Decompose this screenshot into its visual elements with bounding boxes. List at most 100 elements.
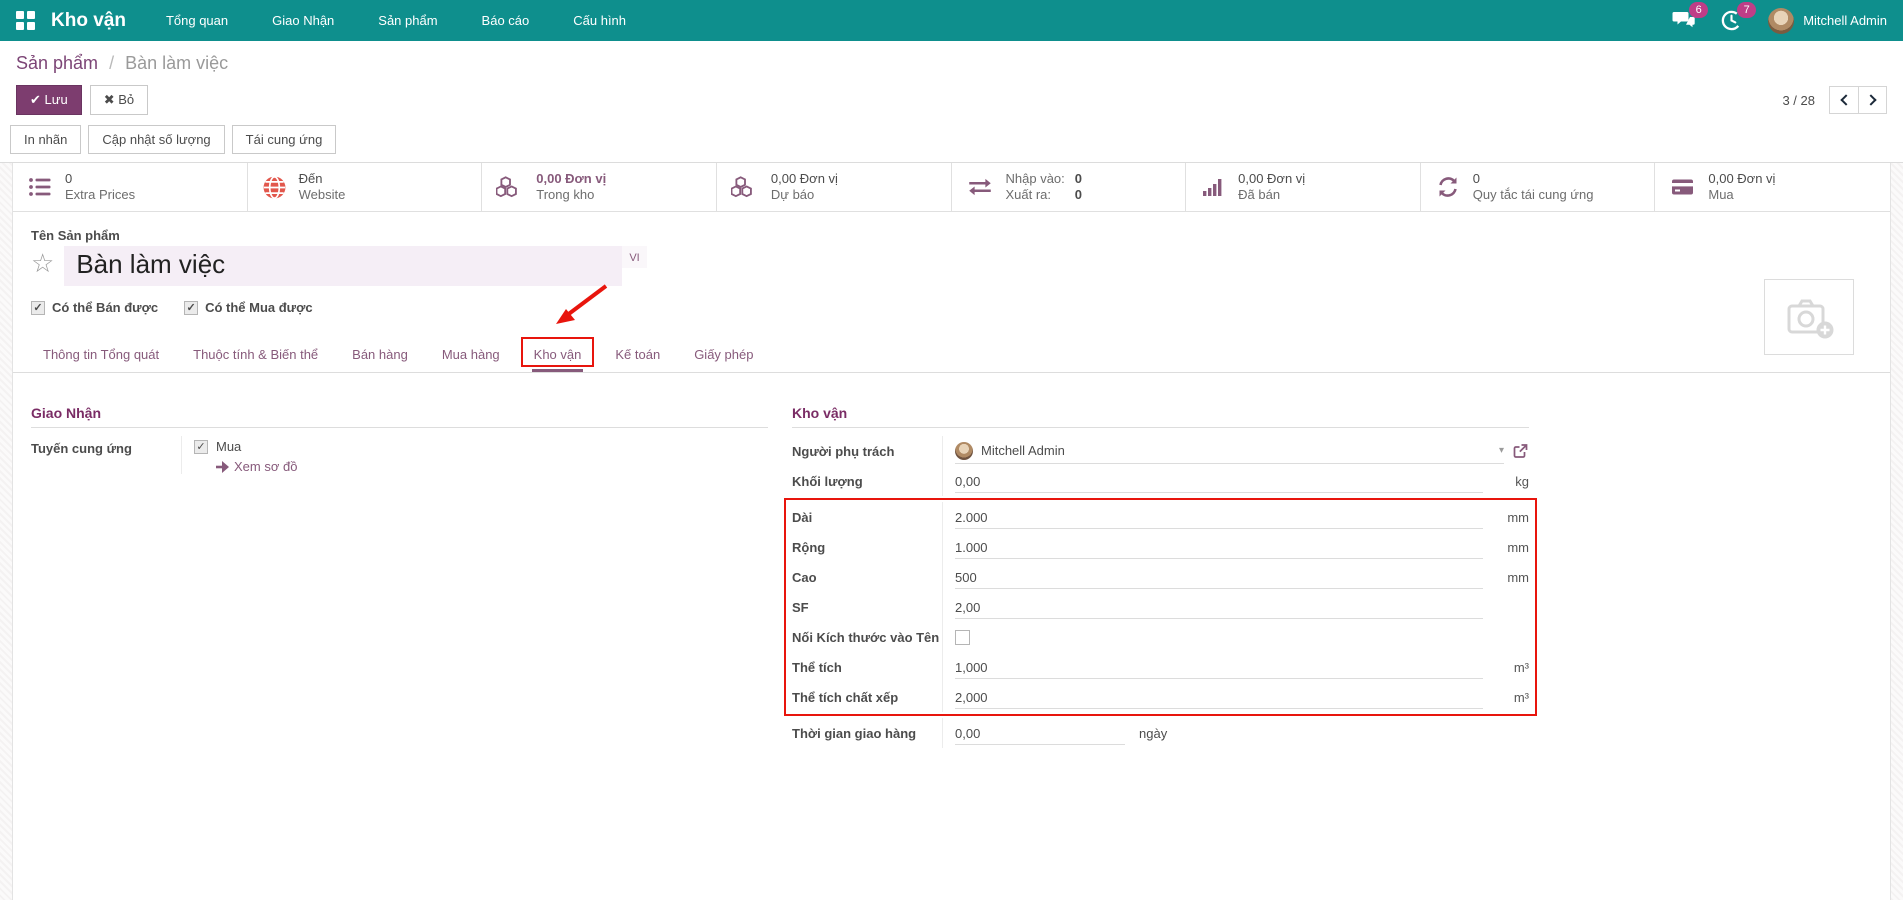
height-unit: mm — [1483, 570, 1529, 585]
language-badge[interactable]: VI — [622, 246, 646, 268]
routes-field: Mua Xem sơ đồ — [181, 436, 768, 474]
tab-license[interactable]: Giấy phép — [692, 335, 755, 372]
breadcrumb: Sản phẩm / Bàn làm việc — [0, 41, 1903, 76]
can-be-purchased-checkbox[interactable] — [184, 301, 198, 315]
route-buy-checkbox[interactable] — [194, 440, 208, 454]
cross-icon: ✖ — [104, 92, 115, 107]
apps-menu-icon[interactable] — [16, 11, 35, 30]
product-name-label: Tên Sản phẩm — [31, 228, 1874, 243]
length-input[interactable]: 2.000 — [955, 506, 1483, 529]
stowage-volume-input[interactable]: 2,000 — [955, 686, 1483, 709]
stat-purchased[interactable]: 0,00 Đơn vịMua — [1655, 163, 1890, 211]
stat-forecast[interactable]: 0,00 Đơn vịDự báo — [717, 163, 952, 211]
group-logistics-left: Giao Nhận Tuyến cung ứng Mua Xem sơ đồ — [31, 405, 768, 748]
group-title-giao-nhan: Giao Nhận — [31, 405, 768, 428]
refresh-icon — [1435, 175, 1461, 199]
height-input[interactable]: 500 — [955, 566, 1483, 589]
responsible-value: Mitchell Admin — [981, 443, 1065, 458]
tab-inventory[interactable]: Kho vận — [532, 335, 584, 372]
camera-plus-icon — [1783, 294, 1835, 340]
transfer-icon — [966, 175, 994, 199]
breadcrumb-parent[interactable]: Sản phẩm — [16, 53, 98, 73]
open-record-external-icon[interactable] — [1512, 443, 1529, 459]
user-name: Mitchell Admin — [1803, 13, 1887, 28]
pager-previous-button[interactable] — [1830, 87, 1858, 113]
dropdown-caret-icon[interactable]: ▾ — [1499, 445, 1504, 456]
print-labels-button[interactable]: In nhãn — [10, 125, 81, 154]
responsible-field: Mitchell Admin ▾ — [942, 436, 1529, 466]
tab-purchase[interactable]: Mua hàng — [440, 335, 502, 372]
arrow-right-icon — [216, 461, 229, 473]
tab-accounting[interactable]: Kế toán — [613, 335, 662, 372]
stat-on-hand[interactable]: 0,00 Đơn vịTrong kho — [482, 163, 717, 211]
stat-website[interactable]: ĐếnWebsite — [248, 163, 483, 211]
weight-label: Khối lượng — [792, 474, 942, 489]
tab-general-info[interactable]: Thông tin Tổng quát — [41, 335, 161, 372]
dims-in-name-checkbox[interactable] — [955, 630, 970, 645]
lead-time-label: Thời gian giao hàng — [792, 726, 942, 741]
bar-chart-icon — [1200, 175, 1226, 199]
breadcrumb-current: Bàn làm việc — [125, 53, 228, 73]
product-name-input[interactable]: Bàn làm việc — [64, 246, 622, 286]
app-brand[interactable]: Kho vận — [51, 10, 126, 32]
credit-card-icon — [1669, 175, 1696, 199]
top-navbar: Kho vận Tổng quan Giao Nhận Sản phẩm Báo… — [0, 0, 1903, 41]
nav-item-cau-hinh[interactable]: Cấu hình — [573, 13, 626, 28]
activities-icon[interactable]: 7 — [1720, 9, 1746, 33]
view-diagram-link[interactable]: Xem sơ đồ — [216, 459, 297, 474]
responsible-label: Người phụ trách — [792, 444, 942, 459]
replenish-button[interactable]: Tái cung ứng — [232, 125, 337, 154]
responsible-m2o-input[interactable]: Mitchell Admin ▾ — [955, 439, 1504, 464]
nav-item-bao-cao[interactable]: Báo cáo — [482, 13, 530, 28]
favorite-star-icon[interactable]: ☆ — [31, 248, 54, 279]
activities-badge: 7 — [1737, 2, 1756, 18]
width-input[interactable]: 1.000 — [955, 536, 1483, 559]
stat-button-row: 0Extra Prices ĐếnWebsite 0,00 Đơn vịTron… — [13, 163, 1890, 212]
tab-sales[interactable]: Bán hàng — [350, 335, 410, 372]
group-title-kho-van: Kho vận — [792, 405, 1529, 428]
globe-icon — [262, 175, 287, 200]
form-sheet: 0Extra Prices ĐếnWebsite 0,00 Đơn vịTron… — [12, 163, 1891, 900]
width-label: Rộng — [792, 540, 942, 555]
annotation-red-box-fields: Dài 2.000 mm Rộng 1.000 mm Cao — [784, 498, 1537, 716]
check-icon: ✔ — [30, 92, 41, 107]
volume-label: Thể tích — [792, 660, 942, 675]
control-panel: Sản phẩm / Bàn làm việc ✔ Lưu ✖ Bỏ 3 / 2… — [0, 41, 1903, 163]
save-button[interactable]: ✔ Lưu — [16, 85, 82, 115]
nav-item-san-pham[interactable]: Sản phẩm — [378, 13, 437, 28]
stat-sold[interactable]: 0,00 Đơn vịĐã bán — [1186, 163, 1421, 211]
product-image-upload[interactable] — [1764, 279, 1854, 355]
group-logistics-right: Kho vận Người phụ trách Mitchell Admin ▾… — [792, 405, 1529, 748]
route-buy-label: Mua — [216, 439, 241, 454]
nav-item-tong-quan[interactable]: Tổng quan — [166, 13, 228, 28]
stat-in-out[interactable]: Nhập vào:0 Xuất ra:0 — [952, 163, 1187, 211]
nav-item-giao-nhan[interactable]: Giao Nhận — [272, 13, 334, 28]
chevron-left-icon — [1840, 94, 1851, 105]
list-icon — [27, 175, 53, 199]
cubes-icon — [731, 175, 759, 199]
cubes-icon — [496, 175, 524, 199]
responsible-avatar — [955, 442, 973, 460]
update-quantity-button[interactable]: Cập nhật số lượng — [88, 125, 224, 154]
volume-unit: m³ — [1483, 660, 1529, 675]
length-unit: mm — [1483, 510, 1529, 525]
user-menu[interactable]: Mitchell Admin — [1768, 8, 1887, 34]
lead-time-input[interactable]: 0,00 — [955, 722, 1125, 745]
tab-attributes-variants[interactable]: Thuộc tính & Biến thể — [191, 335, 320, 372]
weight-input[interactable]: 0,00 — [955, 470, 1483, 493]
weight-unit: kg — [1483, 474, 1529, 489]
discard-button[interactable]: ✖ Bỏ — [90, 85, 148, 115]
dims-in-name-label: Nối Kích thước vào Tên — [792, 630, 942, 645]
pager-count: 3 / 28 — [1782, 93, 1815, 108]
lead-time-unit: ngày — [1139, 726, 1167, 741]
breadcrumb-separator: / — [109, 53, 114, 73]
messages-icon[interactable]: 6 — [1672, 9, 1698, 33]
can-be-sold-checkbox[interactable] — [31, 301, 45, 315]
pager-next-button[interactable] — [1858, 87, 1886, 113]
stat-extra-prices[interactable]: 0Extra Prices — [13, 163, 248, 211]
messages-badge: 6 — [1689, 2, 1708, 18]
volume-input[interactable]: 1,000 — [955, 656, 1483, 679]
sf-input[interactable]: 2,00 — [955, 596, 1483, 619]
stat-reordering-rules[interactable]: 0Quy tắc tái cung ứng — [1421, 163, 1656, 211]
sf-label: SF — [792, 600, 942, 615]
